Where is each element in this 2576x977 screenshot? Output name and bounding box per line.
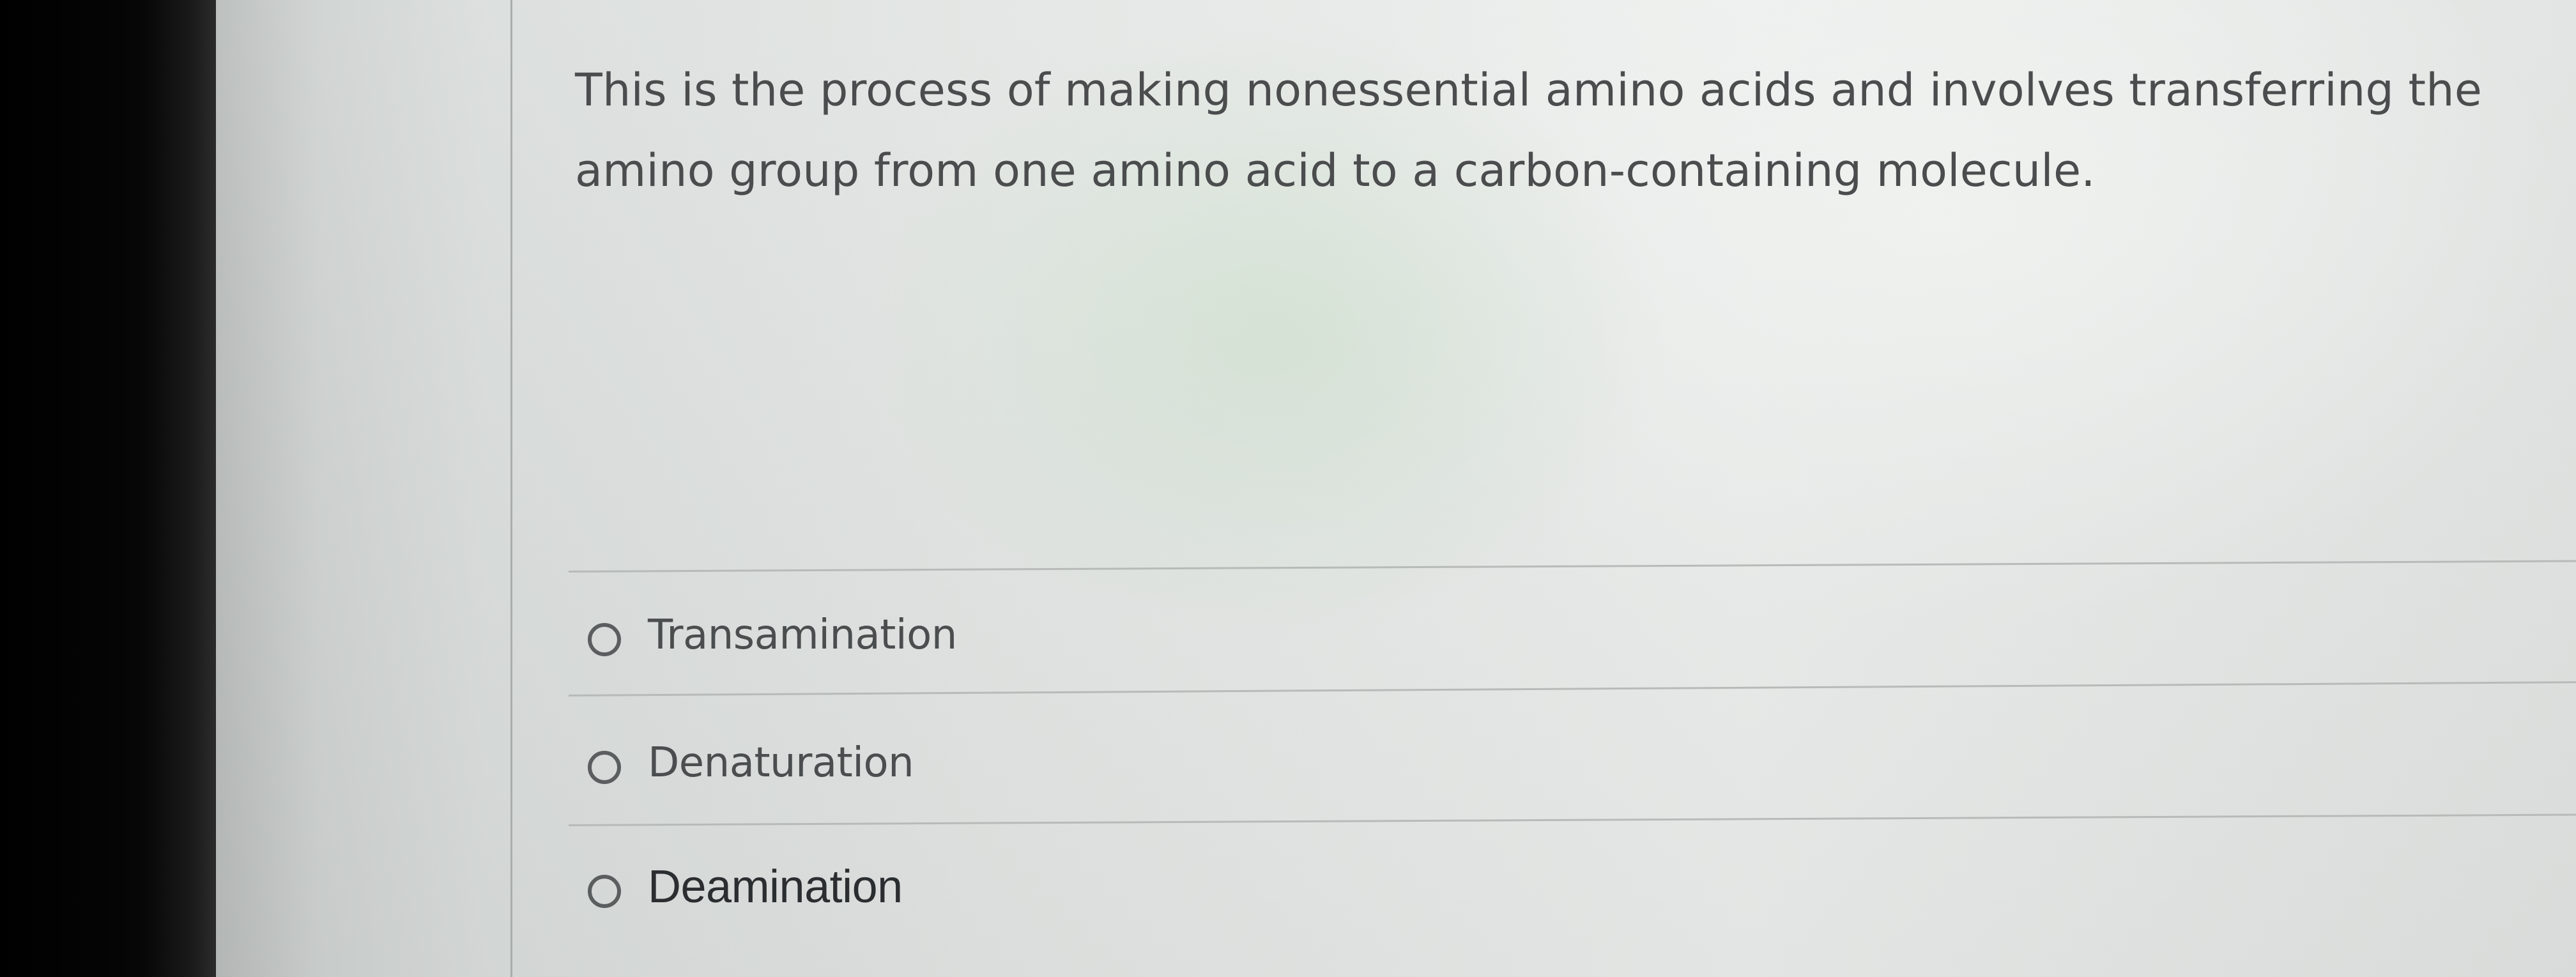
radio-button-icon[interactable] xyxy=(588,875,621,908)
option-label: Deamination xyxy=(648,861,903,912)
radio-button-icon[interactable] xyxy=(588,623,621,656)
answer-option-denaturation[interactable]: Denaturation xyxy=(588,731,914,795)
radio-button-icon[interactable] xyxy=(588,751,621,784)
monitor-bezel xyxy=(0,0,217,977)
option-label: Denaturation xyxy=(648,739,914,787)
question-text: This is the process of making nonessenti… xyxy=(575,64,2482,197)
content-panel-border xyxy=(510,0,512,977)
option-label: Transamination xyxy=(648,612,957,659)
answer-option-deamination[interactable]: Deamination xyxy=(588,855,903,919)
screen: This is the process of making nonessenti… xyxy=(0,0,2576,977)
answer-option-transamination[interactable]: Transamination xyxy=(588,603,957,667)
